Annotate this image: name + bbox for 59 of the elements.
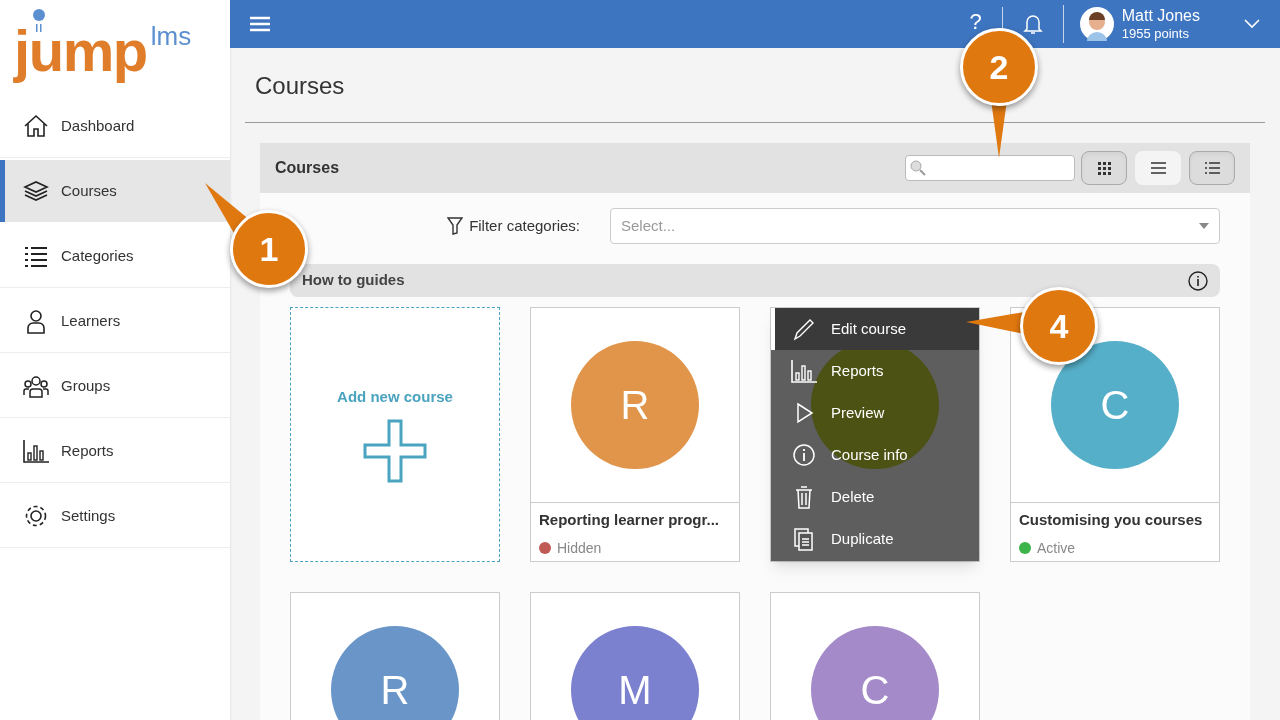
people-icon	[23, 373, 49, 399]
user-points: 1955 points	[1121, 25, 1190, 43]
callout-number: 1	[259, 228, 279, 270]
home-icon	[23, 113, 49, 139]
course-initial: R	[620, 382, 650, 429]
course-initial: C	[860, 667, 890, 714]
menu-item[interactable]: Edit course	[771, 308, 979, 350]
search-icon	[910, 160, 926, 176]
avatar[interactable]	[1079, 7, 1114, 41]
caret-icon	[1199, 223, 1209, 229]
course-title: Customising you courses	[1019, 510, 1204, 530]
course-card[interactable]: Edit course Reports Preview Course info Delete Duplicate	[770, 307, 980, 562]
chevron-down-icon[interactable]	[1244, 19, 1260, 29]
nav-item[interactable]: Courses	[0, 160, 230, 222]
bell-icon[interactable]	[1022, 13, 1043, 35]
nav-item[interactable]: Reports	[0, 420, 230, 482]
course-card[interactable]: M	[530, 592, 740, 720]
callout-number: 4	[1049, 305, 1069, 347]
list-view-icon	[1203, 160, 1221, 176]
view-toggle[interactable]	[1081, 151, 1127, 185]
info-icon[interactable]	[1188, 270, 1208, 291]
bar-chart-icon	[791, 358, 817, 384]
gear-icon	[23, 503, 49, 529]
books-icon	[23, 178, 49, 204]
menu-item[interactable]: Reports	[771, 350, 979, 392]
nav-item[interactable]: Settings	[0, 485, 230, 547]
nav-item[interactable]: Categories	[0, 225, 230, 287]
page-title: Courses	[255, 71, 345, 101]
callout-number: 2	[989, 46, 1009, 88]
help-icon[interactable]: ?	[969, 11, 982, 33]
rows-view-icon	[1149, 160, 1167, 176]
view-toggle[interactable]	[1189, 151, 1235, 185]
status-label: Active	[1037, 538, 1076, 558]
view-toggle[interactable]	[1135, 151, 1181, 185]
course-title: Reporting learner progr...	[539, 510, 721, 530]
course-initial: M	[618, 667, 652, 714]
panel-title: Courses	[275, 158, 340, 178]
nav-item[interactable]: Dashboard	[0, 95, 230, 157]
menu-item[interactable]: Delete	[771, 476, 979, 518]
menu-item[interactable]: Preview	[771, 392, 979, 434]
add-course-label: Add new course	[337, 387, 453, 408]
status-label: Hidden	[557, 538, 602, 558]
nav-item[interactable]: Groups	[0, 355, 230, 417]
menu-item[interactable]: Course info	[771, 434, 979, 476]
filter-icon	[447, 217, 464, 235]
grid-view-icon	[1095, 160, 1113, 176]
course-initial: C	[1100, 382, 1130, 429]
menu-icon[interactable]	[250, 16, 270, 32]
course-initial: R	[380, 667, 410, 714]
course-card[interactable]: R Reporting learner progr... Hidden	[530, 307, 740, 562]
filter-label: Filter categories:	[469, 215, 580, 236]
search-field[interactable]	[905, 155, 1075, 181]
bar-chart-icon	[23, 438, 49, 464]
nav-item[interactable]: Learners	[0, 290, 230, 352]
menu-item[interactable]: Duplicate	[771, 518, 979, 560]
user-name: Matt Jones	[1121, 5, 1200, 26]
section-title: How to guides	[302, 270, 405, 291]
info-icon	[791, 442, 817, 468]
plus-icon	[363, 418, 427, 483]
